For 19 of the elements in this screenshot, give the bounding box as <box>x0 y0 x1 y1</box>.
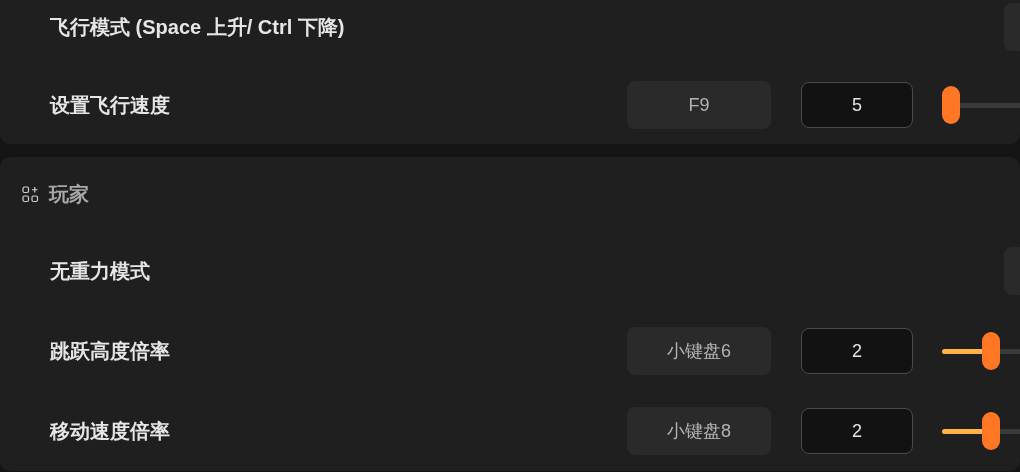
setting-label: 飞行模式 (Space 上升/ Ctrl 下降) <box>50 15 345 40</box>
slider-thumb[interactable] <box>982 412 1001 450</box>
value-field[interactable]: 5 <box>801 82 913 128</box>
setting-label: 设置飞行速度 <box>50 93 170 118</box>
slider[interactable] <box>942 412 1020 450</box>
apps-add-icon <box>22 185 39 203</box>
hotkey-button[interactable]: 小键盘8 <box>627 407 771 455</box>
hotkey-button[interactable]: F9 <box>627 81 771 129</box>
setting-label: 无重力模式 <box>50 259 150 284</box>
value-field[interactable]: 2 <box>801 408 913 454</box>
slider-thumb[interactable] <box>942 86 960 124</box>
section-title: 玩家 <box>49 182 89 207</box>
slider-thumb[interactable] <box>982 332 1001 370</box>
slider[interactable] <box>942 86 1020 124</box>
setting-label: 跳跃高度倍率 <box>50 339 170 364</box>
setting-label: 移动速度倍率 <box>50 419 170 444</box>
value-field[interactable]: 2 <box>801 328 913 374</box>
slider[interactable] <box>942 332 1020 370</box>
hotkey-button[interactable]: 小键盘6 <box>627 327 771 375</box>
